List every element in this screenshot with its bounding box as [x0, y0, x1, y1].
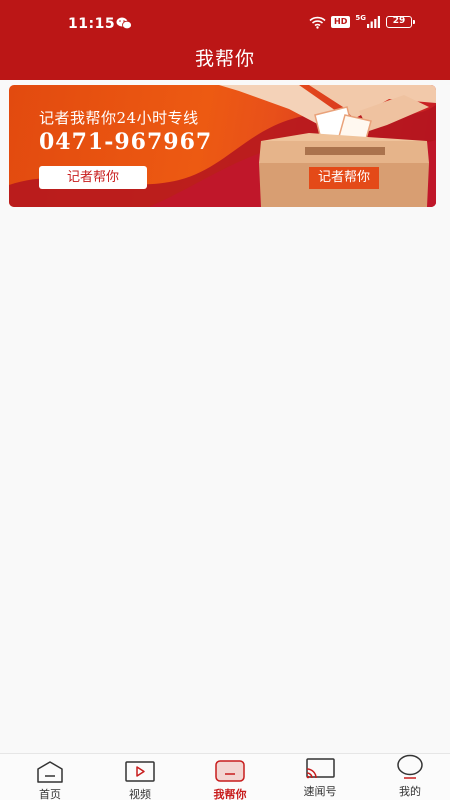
hotline-banner[interactable]: 记者我帮你24小时专线 0471-967967 记者帮你 记者帮你	[9, 85, 436, 207]
tab-help[interactable]: 我帮你	[185, 754, 275, 800]
home-icon	[37, 761, 63, 783]
reporter-help-button[interactable]: 记者帮你	[39, 166, 147, 189]
video-icon	[125, 761, 155, 782]
status-bar: 11:15 HD 5G 29	[0, 10, 450, 34]
signal-icon	[367, 16, 380, 28]
status-indicators: HD 5G 29	[309, 14, 415, 30]
tab-video[interactable]: 视频	[95, 754, 185, 800]
tab-profile-label: 我的	[399, 785, 421, 798]
top-header: 11:15 HD 5G 29 我帮你	[0, 0, 450, 80]
wifi-icon	[309, 16, 326, 29]
tab-video-label: 视频	[129, 788, 151, 800]
hd-badge: HD	[331, 16, 351, 28]
tab-home-label: 首页	[39, 788, 61, 800]
app-screen: 11:15 HD 5G 29 我帮你 记者我帮你24小时专线 0471-9679…	[0, 0, 450, 800]
battery-indicator: 29	[386, 16, 415, 28]
profile-icon	[397, 754, 423, 779]
network-type-label: 5G	[355, 14, 366, 22]
banner-headline: 记者我帮你24小时专线	[39, 109, 199, 127]
page-title: 我帮你	[194, 48, 255, 70]
hotline-phone-number[interactable]: 0471-967967	[39, 129, 212, 155]
tab-news[interactable]: 速闻号	[275, 754, 365, 800]
cast-icon	[306, 758, 335, 779]
bottom-tab-bar: 首页 视频 我帮你 速闻号 我的	[0, 753, 450, 800]
tab-help-label: 我帮你	[213, 788, 247, 800]
tab-news-label: 速闻号	[303, 785, 337, 798]
wechat-icon	[116, 17, 132, 30]
ballot-box-label: 记者帮你	[309, 167, 379, 189]
tab-home[interactable]: 首页	[5, 754, 95, 800]
status-time: 11:15	[68, 16, 116, 32]
tab-profile[interactable]: 我的	[365, 754, 450, 800]
help-icon	[215, 760, 245, 782]
